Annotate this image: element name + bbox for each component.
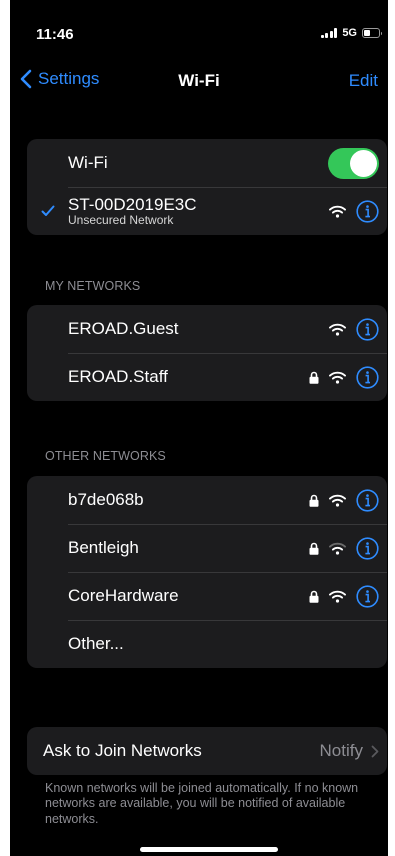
edit-button[interactable]: Edit <box>349 71 378 91</box>
other-network-row[interactable]: Other... <box>27 620 387 668</box>
other-network-label: Other... <box>68 634 124 653</box>
wifi-toggle[interactable] <box>328 147 379 179</box>
status-indicators: 5G <box>320 27 382 39</box>
other-networks-header: OTHER NETWORKS <box>45 449 166 463</box>
wifi-icon <box>329 494 346 507</box>
wifi-toggle-row: Wi-Fi <box>27 139 387 187</box>
info-icon[interactable] <box>356 488 379 512</box>
info-icon[interactable] <box>356 536 379 560</box>
network-name: EROAD.Guest <box>68 319 179 338</box>
my-networks-header: MY NETWORKS <box>45 279 141 293</box>
wifi-group: Wi-Fi ST-00D2019E3C Unsecured Network <box>27 139 387 235</box>
wifi-icon <box>329 323 346 336</box>
wifi-toggle-label: Wi-Fi <box>68 153 108 172</box>
lock-icon <box>309 494 319 507</box>
cellular-signal-icon <box>320 28 338 38</box>
lock-icon <box>309 371 319 384</box>
network-row[interactable]: CoreHardware <box>27 572 387 620</box>
network-name: Bentleigh <box>68 538 139 557</box>
network-row[interactable]: EROAD.Guest <box>27 305 387 353</box>
info-icon[interactable] <box>356 199 379 223</box>
network-name: CoreHardware <box>68 586 179 605</box>
network-row[interactable]: Bentleigh <box>27 524 387 572</box>
connected-network-name: ST-00D2019E3C <box>68 195 197 214</box>
network-name: EROAD.Staff <box>68 367 168 386</box>
ask-to-join-value: Notify <box>319 741 363 760</box>
lock-icon <box>309 590 319 603</box>
wifi-icon <box>329 590 346 603</box>
page-title: Wi-Fi <box>178 71 220 90</box>
network-row[interactable]: EROAD.Staff <box>27 353 387 401</box>
status-time: 11:46 <box>36 26 74 43</box>
ask-to-join-row[interactable]: Ask to Join Networks Notify <box>27 727 387 775</box>
checkmark-icon <box>41 205 55 217</box>
connected-network-row[interactable]: ST-00D2019E3C Unsecured Network <box>27 187 387 235</box>
ask-to-join-group: Ask to Join Networks Notify <box>27 727 387 775</box>
my-networks-group: EROAD.Guest EROAD.Staff <box>27 305 387 401</box>
connected-network-subtitle: Unsecured Network <box>68 213 174 227</box>
info-icon[interactable] <box>356 365 379 389</box>
home-indicator[interactable] <box>140 847 278 852</box>
other-networks-group: b7de068b Bentleigh CoreHardware Other... <box>27 476 387 668</box>
phone-screen: 11:46 5G Settings Wi-Fi Edit Wi-Fi ST-00… <box>10 0 388 856</box>
wifi-icon <box>329 371 346 384</box>
ask-to-join-footnote: Known networks will be joined automatica… <box>45 781 359 826</box>
ask-to-join-label: Ask to Join Networks <box>43 741 202 760</box>
info-icon[interactable] <box>356 584 379 608</box>
battery-icon <box>362 28 382 38</box>
wifi-icon <box>329 542 346 555</box>
chevron-right-icon <box>371 745 379 757</box>
wifi-icon <box>329 205 346 218</box>
network-row[interactable]: b7de068b <box>27 476 387 524</box>
info-icon[interactable] <box>356 317 379 341</box>
network-name: b7de068b <box>68 490 144 509</box>
lock-icon <box>309 542 319 555</box>
network-type: 5G <box>342 27 357 39</box>
